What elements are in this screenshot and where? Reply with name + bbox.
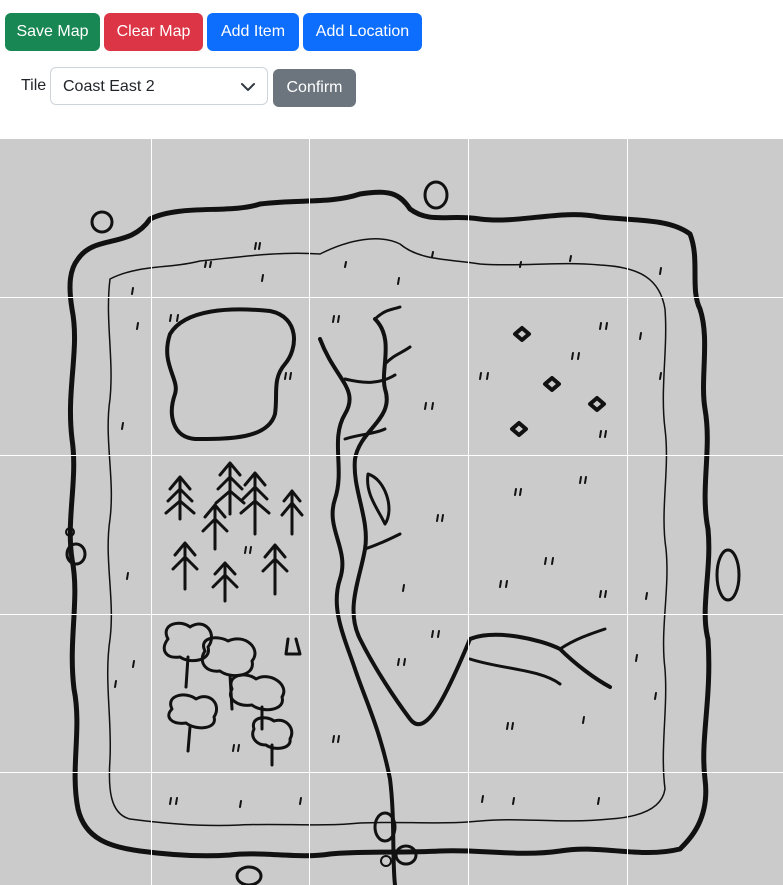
tile-grid — [0, 139, 783, 885]
grass-tufts — [114, 242, 662, 808]
river-left-bank — [318, 337, 397, 885]
confirm-button[interactable]: Confirm — [273, 69, 356, 107]
chevron-down-icon — [241, 83, 255, 91]
islet-top — [423, 180, 449, 210]
coastline-outer — [67, 189, 712, 859]
shrubs — [510, 326, 606, 437]
add-item-button[interactable]: Add Item — [207, 13, 299, 51]
coastline-inner — [107, 238, 668, 827]
tile-label: Tile — [21, 77, 47, 94]
islet-right — [715, 548, 741, 602]
oak-grove — [162, 621, 302, 767]
sandbar — [366, 472, 391, 526]
map-canvas[interactable] — [0, 139, 783, 885]
save-map-button[interactable]: Save Map — [5, 13, 100, 51]
river-branch — [343, 305, 607, 686]
pine-forest — [164, 461, 304, 603]
lake — [165, 307, 296, 441]
tile-select[interactable]: Coast East 2 — [50, 67, 268, 105]
islet-bottom-b — [394, 844, 418, 866]
add-location-button[interactable]: Add Location — [303, 13, 422, 51]
islet-left-top — [90, 210, 114, 234]
clear-map-button[interactable]: Clear Map — [104, 13, 203, 51]
tile-select-value: Coast East 2 — [63, 78, 155, 95]
map-artwork — [0, 139, 783, 885]
